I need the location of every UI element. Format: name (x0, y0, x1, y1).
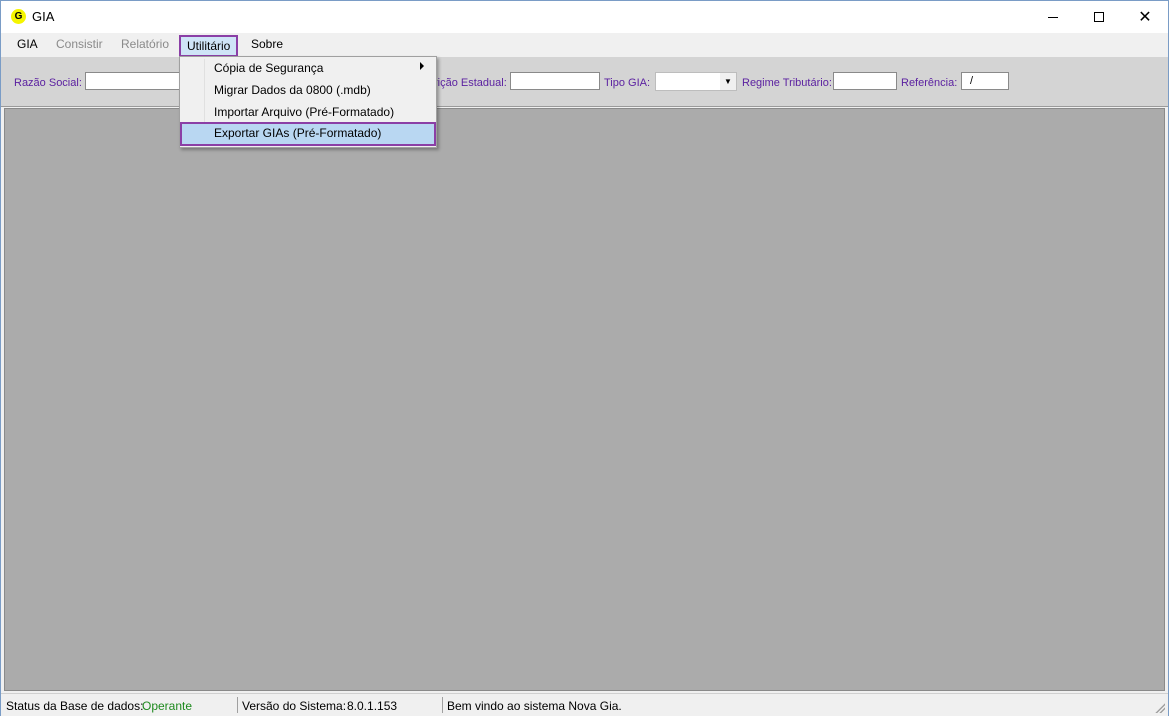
menu-gia[interactable]: GIA (17, 37, 38, 51)
regime-tributario-label: Regime Tributário: (742, 77, 832, 89)
inscricao-estadual-input[interactable] (510, 72, 600, 90)
razao-social-label: Razão Social: (14, 77, 82, 89)
menu-bar: GIA Consistir Relatório Utilitário Sobre (1, 33, 1168, 57)
status-separator (237, 697, 238, 713)
close-icon: ✕ (1138, 9, 1152, 26)
version-value: 8.0.1.153 (347, 699, 398, 713)
app-logo-icon: G (11, 9, 26, 24)
referencia-input[interactable]: / (961, 72, 1009, 90)
menu-sobre[interactable]: Sobre (251, 37, 283, 51)
status-message: Bem vindo ao sistema Nova Gia. (447, 699, 622, 713)
inscricao-estadual-label: rição Estadual: (434, 77, 507, 89)
menu-item-migrar-dados[interactable]: Migrar Dados da 0800 (.mdb) (180, 79, 434, 101)
referencia-label: Referência: (901, 77, 958, 89)
status-bar: Status da Base de dados: Operante Versão… (1, 693, 1168, 716)
status-separator (442, 697, 443, 713)
filter-toolbar: Razão Social: rição Estadual: Tipo GIA: … (1, 57, 1168, 107)
mdi-workspace (4, 108, 1165, 691)
app-window: G GIA ✕ GIA Consistir Relatório Utilitár… (0, 0, 1169, 716)
close-button[interactable]: ✕ (1122, 1, 1168, 33)
version-label: Versão do Sistema: (242, 699, 347, 713)
menu-item-label: Migrar Dados da 0800 (.mdb) (214, 83, 371, 97)
menu-item-importar-arquivo[interactable]: Importar Arquivo (Pré-Formatado) (180, 101, 434, 123)
menu-utilitario[interactable]: Utilitário (179, 35, 239, 57)
tipo-gia-label: Tipo GIA: (604, 77, 651, 89)
tipo-gia-select[interactable]: ▼ (655, 72, 737, 91)
minimize-button[interactable] (1030, 1, 1076, 33)
utilitario-dropdown: Cópia de Segurança Migrar Dados da 0800 … (179, 56, 437, 148)
db-status-value: Operante (142, 699, 193, 713)
regime-tributario-input[interactable] (833, 72, 897, 90)
menu-item-label: Importar Arquivo (Pré-Formatado) (214, 105, 395, 119)
menu-consistir[interactable]: Consistir (56, 37, 103, 51)
chevron-down-icon[interactable]: ▼ (720, 73, 736, 90)
menu-relatorio[interactable]: Relatório (121, 37, 169, 51)
db-status-label: Status da Base de dados: (6, 699, 144, 713)
razao-social-input[interactable] (85, 72, 185, 90)
minimize-icon (1048, 17, 1058, 18)
maximize-icon (1094, 12, 1104, 22)
submenu-arrow-icon (420, 62, 424, 70)
window-title: GIA (32, 9, 55, 24)
maximize-button[interactable] (1076, 1, 1122, 33)
menu-item-label: Exportar GIAs (Pré-Formatado) (214, 126, 382, 140)
menu-item-exportar-gias[interactable]: Exportar GIAs (Pré-Formatado) (180, 122, 436, 146)
title-bar: G GIA ✕ (1, 1, 1168, 33)
menu-item-copia-seguranca[interactable]: Cópia de Segurança (180, 57, 434, 79)
resize-grip-icon[interactable] (1155, 703, 1165, 713)
menu-item-label: Cópia de Segurança (214, 61, 324, 75)
